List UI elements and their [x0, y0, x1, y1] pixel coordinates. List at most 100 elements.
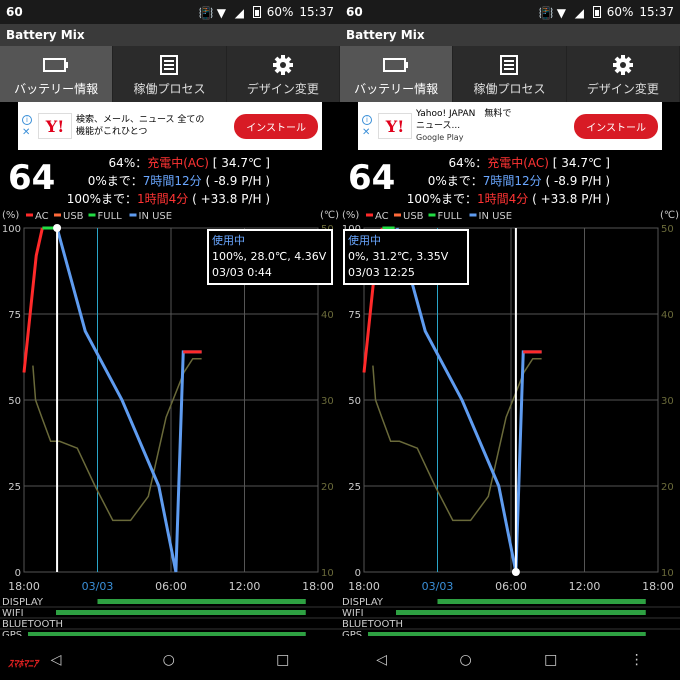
x-tick-label: 03/03	[422, 580, 454, 593]
tab-label: 稼働プロセス	[133, 81, 206, 96]
y-tick-label: 25	[348, 482, 361, 493]
activity-bar	[28, 632, 306, 636]
signal-icon: ◢	[574, 6, 584, 20]
tooltip-title: 使用中	[348, 234, 381, 247]
watermark-logo: ｽﾏﾎﾏﾆｱ	[8, 659, 38, 670]
y2-tick-label: 40	[661, 310, 674, 321]
legend-label: FULL	[438, 211, 463, 222]
back-icon[interactable]: ◁	[51, 652, 62, 668]
vibrate-icon: 📳	[538, 6, 554, 20]
info-label: 100%まで：	[66, 192, 138, 206]
status-number: 60	[6, 5, 23, 19]
gear-icon	[612, 52, 634, 78]
y2-tick-label: 30	[321, 396, 334, 407]
info-label: 64%：	[448, 156, 488, 170]
activity-row-label: DISPLAY	[342, 597, 384, 608]
battery-level: 64	[8, 158, 56, 198]
activity-row-label: WIFI	[342, 608, 364, 619]
y2-unit-label: (℃)	[660, 210, 679, 221]
activity-row-label: GPS	[342, 630, 362, 636]
info-label: 0%まで：	[87, 174, 143, 188]
ad-info-icon[interactable]: i	[22, 114, 32, 125]
y2-tick-label: 50	[661, 224, 674, 235]
recents-icon[interactable]: □	[276, 652, 289, 668]
battery-icon	[592, 6, 601, 18]
x-tick-label: 18:00	[348, 580, 380, 593]
status-number: 60	[346, 5, 363, 19]
y-tick-label: 25	[8, 482, 21, 493]
charge-status: 充電中(AC)	[487, 156, 549, 170]
legend-label: USB	[403, 211, 424, 222]
battery-chart[interactable]: (%)ACUSBFULLIN USE(℃)1005075405030252001…	[340, 206, 680, 636]
status-bar: 60 📳 ▼ ◢ 60% 15:37	[340, 0, 680, 24]
ad-banner[interactable]: i ✕ Y! 検索、メール、ニュース 全ての 機能がこれひとつ インストール	[18, 102, 322, 150]
x-tick-label: 12:00	[569, 580, 601, 593]
ad-close-icon[interactable]: ✕	[362, 127, 374, 138]
time-to-full: 1時間4分	[137, 192, 189, 206]
battery-tab-icon	[43, 52, 69, 78]
battery-info: 64 64%：充電中(AC) [ 34.7℃ ] 0%まで：7時間12分 ( -…	[0, 150, 340, 212]
tab-design[interactable]: デザイン変更	[567, 46, 680, 102]
legend-label: IN USE	[479, 211, 513, 222]
recents-icon[interactable]: □	[544, 652, 557, 668]
legend-label: AC	[375, 211, 389, 222]
more-icon[interactable]: ⋮	[630, 652, 644, 668]
tab-battery-info[interactable]: バッテリー情報	[340, 46, 454, 102]
nav-bar: ◁ ○ □	[0, 640, 340, 680]
google-play-badge: Google Play	[416, 133, 464, 142]
activity-bar	[97, 599, 306, 604]
wifi-icon: ▼	[216, 6, 226, 20]
activity-bar	[437, 599, 646, 604]
y-unit-label: (%)	[2, 210, 19, 221]
ad-close-icon[interactable]: ✕	[22, 127, 34, 138]
activity-row-label: DISPLAY	[2, 597, 44, 608]
activity-row-label: GPS	[2, 630, 22, 636]
y-tick-label: 0	[355, 568, 361, 579]
battery-chart[interactable]: (%)ACUSBFULLIN USE(℃)1005075405030252001…	[0, 206, 340, 636]
tooltip-line1: 100%, 28.0℃, 4.36V	[212, 250, 327, 263]
ad-info-icon[interactable]: i	[362, 114, 372, 125]
time-to-empty: 7時間12分	[482, 174, 542, 188]
tab-label: バッテリー情報	[354, 81, 439, 96]
battery-tab-icon	[383, 52, 409, 78]
battery-percent: 60%	[266, 5, 294, 19]
ad-line1: 検索、メール、ニュース 全ての	[76, 115, 205, 125]
temperature: [ 34.7℃ ]	[208, 156, 270, 170]
tab-processes[interactable]: 稼働プロセス	[453, 46, 567, 102]
y-tick-label: 75	[8, 310, 21, 321]
install-button[interactable]: インストール	[234, 113, 318, 139]
y-tick-label: 50	[348, 396, 361, 407]
info-label: 0%まで：	[427, 174, 483, 188]
tooltip-line1: 0%, 31.2℃, 3.35V	[348, 250, 449, 263]
y-unit-label: (%)	[342, 210, 359, 221]
list-icon	[160, 52, 179, 78]
tooltip-line2: 03/03 0:44	[212, 266, 272, 279]
x-tick-label: 18:00	[302, 580, 334, 593]
wifi-icon: ▼	[556, 6, 566, 20]
y2-tick-label: 10	[321, 568, 334, 579]
tooltip-line2: 03/03 12:25	[348, 266, 415, 279]
clock: 15:37	[299, 5, 334, 19]
y2-tick-label: 40	[321, 310, 334, 321]
home-icon[interactable]: ○	[163, 652, 175, 668]
tab-design[interactable]: デザイン変更	[227, 46, 340, 102]
screenshot-left: 60 📳 ▼ ◢ 60% 15:37 Battery Mix バッテリー情報 稼…	[0, 0, 340, 680]
tab-processes[interactable]: 稼働プロセス	[113, 46, 227, 102]
screenshot-right: 60 📳 ▼ ◢ 60% 15:37 Battery Mix バッテリー情報 稼…	[340, 0, 680, 680]
back-icon[interactable]: ◁	[376, 652, 387, 668]
y-tick-label: 0	[15, 568, 21, 579]
y2-tick-label: 20	[661, 482, 674, 493]
battery-icon	[252, 6, 261, 18]
tab-battery-info[interactable]: バッテリー情報	[0, 46, 114, 102]
time-to-empty: 7時間12分	[142, 174, 202, 188]
tab-bar: バッテリー情報 稼働プロセス デザイン変更	[0, 46, 340, 102]
clock: 15:37	[639, 5, 674, 19]
discharge-rate: ( -8.9 P/H )	[201, 174, 270, 188]
home-icon[interactable]: ○	[459, 652, 471, 668]
x-tick-label: 12:00	[229, 580, 261, 593]
selection-point	[53, 224, 62, 232]
install-button[interactable]: インストール	[574, 113, 658, 139]
ad-banner[interactable]: i ✕ Y! Yahoo! JAPAN 無料で ニュース... Google P…	[358, 102, 662, 150]
tab-label: デザイン変更	[246, 81, 319, 96]
app-title: Battery Mix	[0, 24, 340, 46]
